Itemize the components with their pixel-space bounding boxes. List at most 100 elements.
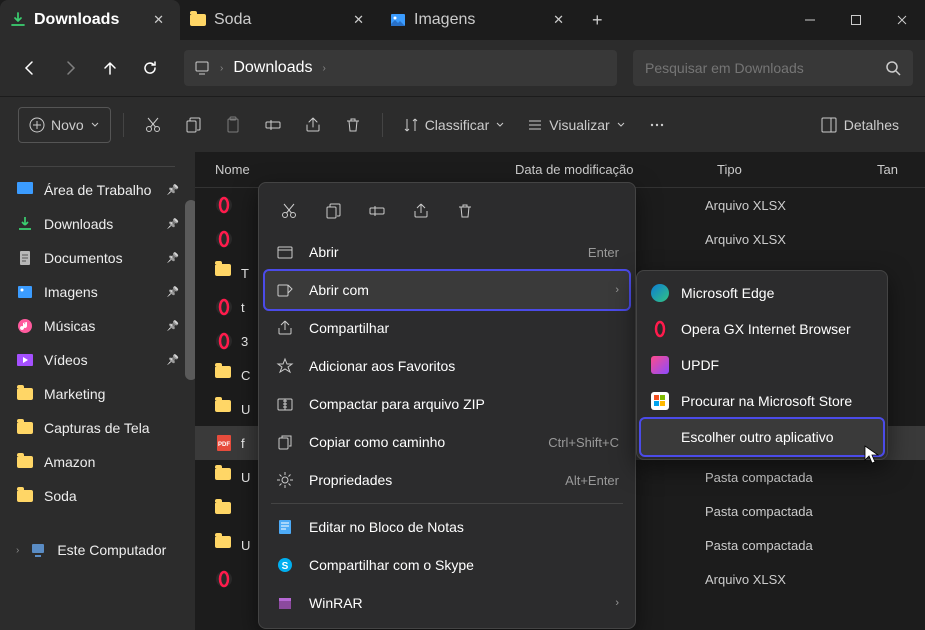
pc-icon <box>29 541 47 559</box>
folder-icon <box>215 502 233 520</box>
submenu-item-edge[interactable]: Microsoft Edge <box>641 275 883 311</box>
sidebar-item-downloads[interactable]: Downloads <box>4 207 191 241</box>
submenu-item-store[interactable]: Procurar na Microsoft Store <box>641 383 883 419</box>
delete-button[interactable] <box>336 107 370 143</box>
titlebar: Downloads ✕ Soda ✕ Imagens ✕ + <box>0 0 925 40</box>
download-icon <box>10 12 26 28</box>
column-type[interactable]: Tipo <box>705 162 865 177</box>
search-icon <box>885 60 901 76</box>
copy-button[interactable] <box>176 107 210 143</box>
choose-icon <box>651 428 669 446</box>
menu-item-copy_path[interactable]: Copiar como caminhoCtrl+Shift+C <box>265 423 629 461</box>
column-size[interactable]: Tan <box>865 162 925 177</box>
search-input[interactable] <box>645 60 885 76</box>
skype-icon: S <box>275 555 295 575</box>
copy_path-icon <box>275 432 295 452</box>
view-button[interactable]: Visualizar <box>519 107 633 143</box>
breadcrumb[interactable]: › Downloads › <box>184 50 617 86</box>
pdf-icon: PDF <box>215 434 233 452</box>
refresh-button[interactable] <box>132 50 168 86</box>
store-icon <box>651 392 669 410</box>
share-button[interactable] <box>401 193 441 229</box>
opera-icon <box>215 332 233 350</box>
close-icon[interactable]: ✕ <box>547 10 570 30</box>
folder-icon <box>215 400 233 418</box>
submenu-item-label: Opera GX Internet Browser <box>681 321 851 337</box>
sidebar-item-soda[interactable]: Soda <box>4 479 191 513</box>
sort-button[interactable]: Classificar <box>395 107 514 143</box>
sidebar-item-documents[interactable]: Documentos <box>4 241 191 275</box>
favorite-icon <box>275 356 295 376</box>
forward-button[interactable] <box>52 50 88 86</box>
up-button[interactable] <box>92 50 128 86</box>
open-with-submenu: Microsoft Edge Opera GX Internet Browser U… <box>636 270 888 460</box>
sidebar-item-images[interactable]: Imagens <box>4 275 191 309</box>
column-modified[interactable]: Data de modificação <box>515 162 705 177</box>
menu-item-notepad[interactable]: Editar no Bloco de Notas <box>265 508 629 546</box>
paste-button[interactable] <box>216 107 250 143</box>
sidebar-item-label: Imagens <box>44 284 98 300</box>
zip-icon <box>275 394 295 414</box>
toolbar: Novo Classificar Visualizar Detalhes <box>0 96 925 152</box>
rename-button[interactable] <box>256 107 290 143</box>
back-button[interactable] <box>12 50 48 86</box>
menu-item-zip[interactable]: Compactar para arquivo ZIP <box>265 385 629 423</box>
tab-label: Downloads <box>34 11 119 29</box>
submenu-item-choose[interactable]: Escolher outro aplicativo <box>641 419 883 455</box>
menu-item-label: Compactar para arquivo ZIP <box>309 396 485 412</box>
minimize-button[interactable] <box>787 0 833 40</box>
menu-item-properties[interactable]: PropriedadesAlt+Enter <box>265 461 629 499</box>
share-button[interactable] <box>296 107 330 143</box>
details-button[interactable]: Detalhes <box>812 107 907 143</box>
new-tab-button[interactable]: + <box>580 10 615 31</box>
sidebar-item-label: Downloads <box>44 216 113 232</box>
copy-button[interactable] <box>313 193 353 229</box>
close-icon[interactable]: ✕ <box>147 10 170 30</box>
sidebar-item-computer[interactable]: › Este Computador <box>4 533 191 567</box>
close-button[interactable] <box>879 0 925 40</box>
shortcut-label: Enter <box>588 245 619 260</box>
tab-imagens[interactable]: Imagens ✕ <box>380 0 580 40</box>
cut-button[interactable] <box>269 193 309 229</box>
new-button[interactable]: Novo <box>18 107 111 143</box>
menu-item-winrar[interactable]: WinRAR› <box>265 584 629 622</box>
menu-item-favorite[interactable]: Adicionar aos Favoritos <box>265 347 629 385</box>
delete-button[interactable] <box>445 193 485 229</box>
sidebar-item-marketing[interactable]: Marketing <box>4 377 191 411</box>
sidebar-item-videos[interactable]: Vídeos <box>4 343 191 377</box>
sidebar-item-label: Área de Trabalho <box>44 182 151 198</box>
more-button[interactable] <box>640 107 674 143</box>
svg-text:PDF: PDF <box>218 442 230 448</box>
tab-downloads[interactable]: Downloads ✕ <box>0 0 180 40</box>
menu-item-open[interactable]: AbrirEnter <box>265 233 629 271</box>
open-icon <box>275 242 295 262</box>
cut-button[interactable] <box>136 107 170 143</box>
folder-icon <box>215 536 233 554</box>
context-menu-toolbar <box>265 189 629 233</box>
menu-item-share[interactable]: Compartilhar <box>265 309 629 347</box>
rename-button[interactable] <box>357 193 397 229</box>
submenu-item-opera[interactable]: Opera GX Internet Browser <box>641 311 883 347</box>
column-name[interactable]: Nome <box>195 162 515 177</box>
menu-item-open_with[interactable]: Abrir com› <box>265 271 629 309</box>
sidebar: Área de Trabalho Downloads Documentos Image… <box>0 152 195 630</box>
properties-icon <box>275 470 295 490</box>
menu-item-skype[interactable]: SCompartilhar com o Skype <box>265 546 629 584</box>
close-icon[interactable]: ✕ <box>347 10 370 30</box>
soda-icon <box>16 487 34 505</box>
tab-label: Imagens <box>414 11 475 29</box>
chevron-right-icon: › <box>323 63 326 74</box>
share-icon <box>275 318 295 338</box>
sidebar-item-amazon[interactable]: Amazon <box>4 445 191 479</box>
submenu-item-updf[interactable]: UPDF <box>641 347 883 383</box>
chevron-right-icon: › <box>615 597 619 609</box>
breadcrumb-item[interactable]: Downloads <box>233 59 312 77</box>
desktop-icon <box>16 181 34 199</box>
maximize-button[interactable] <box>833 0 879 40</box>
search-box[interactable] <box>633 50 913 86</box>
context-menu: AbrirEnterAbrir com›CompartilharAdiciona… <box>258 182 636 629</box>
tab-soda[interactable]: Soda ✕ <box>180 0 380 40</box>
sidebar-item-desktop[interactable]: Área de Trabalho <box>4 173 191 207</box>
sidebar-item-screenshots[interactable]: Capturas de Tela <box>4 411 191 445</box>
sidebar-item-music[interactable]: Músicas <box>4 309 191 343</box>
